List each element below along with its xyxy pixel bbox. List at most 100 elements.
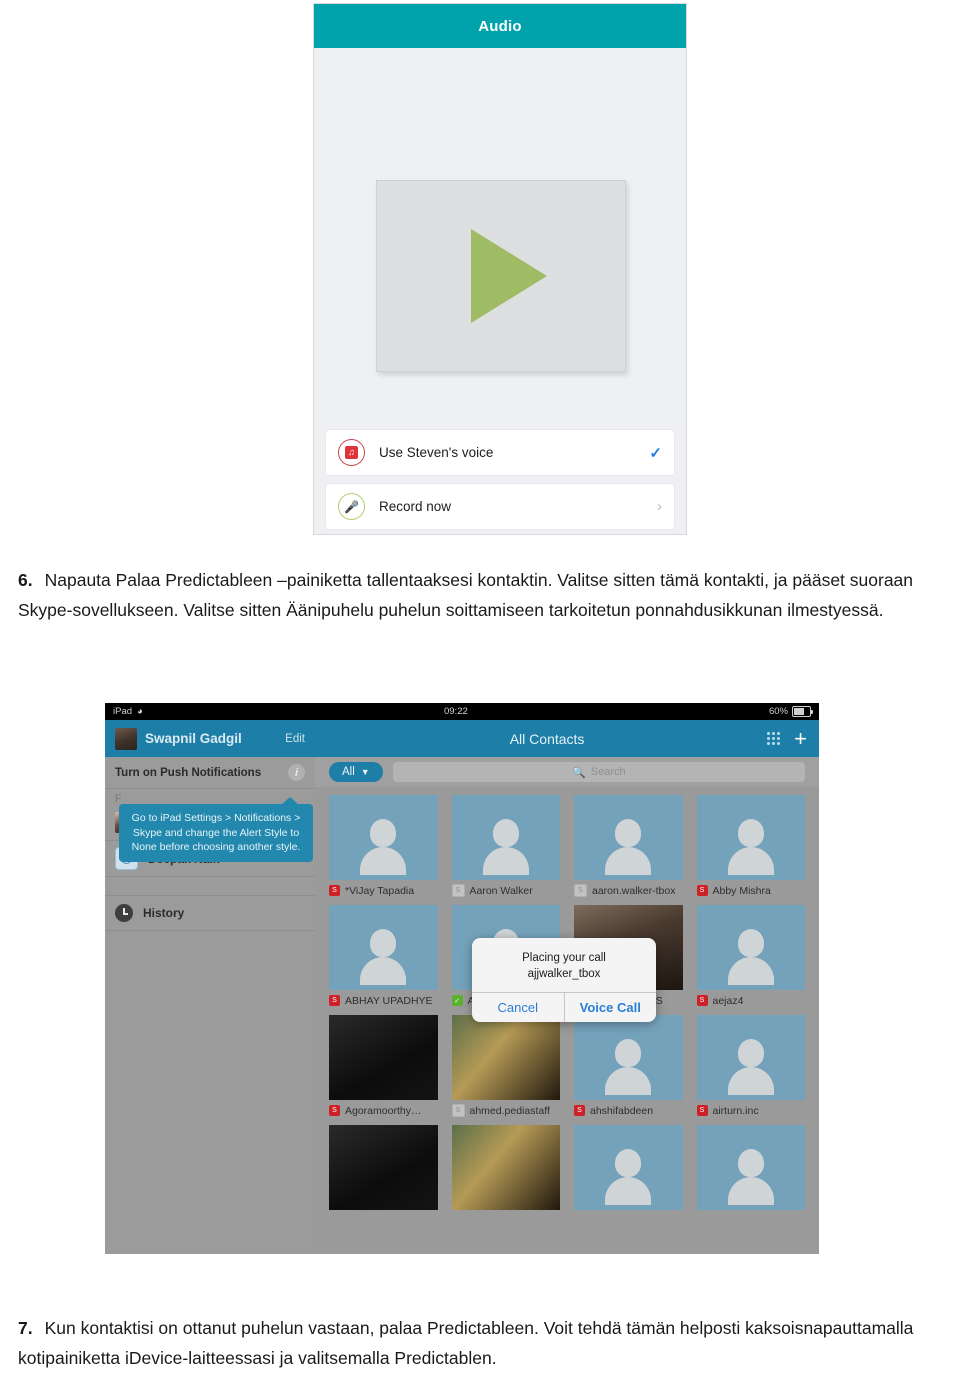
edit-button[interactable]: Edit — [285, 733, 305, 745]
step-6-text: Napauta Palaa Predictableen –painiketta … — [18, 570, 914, 620]
option-label: Record now — [379, 499, 452, 514]
status-badge: S — [696, 1105, 708, 1116]
search-input[interactable]: 🔍 Search — [392, 762, 805, 782]
filter-all-dropdown[interactable]: All ▼ — [329, 762, 383, 782]
skype-screenshot: iPad ◕ 09:22 60% Swapnil Gadgil Edit Tur… — [105, 703, 819, 1254]
skype-contacts-pane: All Contacts + All ▼ 🔍 Search S *ViJay T… — [315, 720, 819, 1254]
voice-call-button[interactable]: Voice Call — [563, 993, 657, 1022]
contact-cell[interactable]: S aaron.walker-tbox — [574, 795, 683, 901]
contact-avatar — [696, 905, 805, 990]
contact-name: airturn.inc — [712, 1104, 759, 1117]
clock-icon — [115, 904, 133, 922]
chevron-down-icon: ▼ — [360, 767, 370, 777]
contact-cell[interactable] — [451, 1125, 560, 1210]
device-label: iPad — [113, 706, 133, 717]
contact-cell[interactable] — [574, 1125, 683, 1210]
contact-name: ahmed.pediastaff — [469, 1104, 550, 1117]
contact-avatar — [329, 905, 438, 990]
contact-row-label: S Agoramoorthy… — [329, 1100, 438, 1121]
status-badge: ✓ — [451, 995, 463, 1006]
status-badge: S — [696, 995, 708, 1006]
status-right: 60% — [769, 706, 813, 717]
audio-options-list: ♫ Use Steven's voice ✓ 🎤 Record now › ▣ … — [326, 430, 674, 534]
contact-avatar — [574, 795, 683, 880]
contact-cell[interactable] — [329, 1125, 438, 1210]
audio-title: Audio — [478, 17, 522, 35]
status-badge: S — [696, 885, 708, 896]
contact-cell[interactable]: S ABHAY UPADHYE — [329, 905, 438, 1011]
placing-call-dialog: Placing your call ajjwalker_tbox Cancel … — [472, 938, 656, 1022]
page-title: All Contacts — [509, 730, 585, 747]
contact-row-label: S ahshifabdeen — [574, 1100, 683, 1121]
status-badge: S — [329, 1105, 340, 1116]
status-badge: S — [451, 884, 465, 897]
option-record-now[interactable]: 🎤 Record now › — [326, 484, 674, 529]
contact-avatar — [574, 1015, 683, 1100]
option-label: Use Steven's voice — [379, 445, 494, 460]
contact-row-label: S Aaron Walker — [451, 880, 561, 901]
option-use-stevens-voice[interactable]: ♫ Use Steven's voice ✓ — [326, 430, 674, 475]
account-name: Swapnil Gadgil — [145, 731, 242, 746]
contact-cell[interactable]: S airturn.inc — [696, 1015, 806, 1121]
contact-name: ABHAY UPADHYE — [345, 994, 433, 1007]
status-badge: S — [574, 884, 587, 897]
contact-avatar — [451, 1015, 560, 1100]
microphone-icon: 🎤 — [338, 493, 365, 520]
contact-row-label: S ahmed.pediastaff — [451, 1100, 561, 1121]
status-left: iPad ◕ — [113, 706, 143, 717]
plus-icon[interactable]: + — [794, 727, 807, 750]
step-6-paragraph: 6. Napauta Palaa Predictableen –painikett… — [18, 565, 946, 625]
contact-avatar — [329, 1015, 438, 1100]
sidebar-item-history[interactable]: History — [105, 895, 315, 931]
contact-cell[interactable]: S Abby Mishra — [696, 795, 805, 901]
search-icon: 🔍 — [572, 766, 586, 779]
audio-body: ♫ Use Steven's voice ✓ 🎤 Record now › ▣ … — [314, 48, 686, 534]
status-badge: S — [329, 885, 340, 896]
audio-preview-panel[interactable] — [376, 180, 626, 372]
contact-name: aaron.walker-tbox — [592, 884, 676, 897]
contact-row-label: S airturn.inc — [696, 1100, 806, 1121]
contact-avatar — [574, 1125, 683, 1210]
contact-cell[interactable]: S ahmed.pediastaff — [451, 1015, 561, 1121]
dialog-title: Placing your call — [522, 952, 606, 964]
search-placeholder: Search — [590, 766, 626, 778]
contact-cell[interactable]: S aejaz4 — [696, 905, 806, 1011]
contact-cell[interactable]: S ahshifabdeen — [574, 1015, 683, 1121]
contact-name: Abby Mishra — [712, 884, 771, 897]
contact-name: *ViJay Tapadia — [345, 884, 415, 897]
contact-avatar — [696, 795, 805, 880]
status-badge: S — [574, 1105, 585, 1116]
step-7-paragraph: 7. Kun kontaktisi on ottanut puhelun vast… — [18, 1313, 946, 1373]
contacts-filter-bar: All ▼ 🔍 Search — [315, 757, 819, 787]
contact-cell[interactable]: S *ViJay Tapadia — [329, 795, 438, 901]
contact-cell[interactable] — [696, 1125, 805, 1210]
play-icon[interactable] — [471, 229, 547, 323]
contact-name: aejaz4 — [712, 994, 744, 1007]
sidebar-account-bar[interactable]: Swapnil Gadgil Edit — [105, 720, 315, 757]
contact-avatar — [451, 795, 560, 880]
contact-name: Aaron Walker — [469, 884, 533, 897]
contact-cell[interactable]: S Aaron Walker — [451, 795, 561, 901]
contact-avatar — [451, 1125, 560, 1210]
cancel-button[interactable]: Cancel — [472, 993, 564, 1022]
contact-avatar — [329, 795, 438, 880]
contacts-toolbar: All Contacts + — [315, 720, 819, 757]
contact-row-label: S aaron.walker-tbox — [574, 880, 683, 901]
status-clock: 09:22 — [443, 706, 468, 717]
skype-main: Swapnil Gadgil Edit Turn on Push Notific… — [105, 720, 819, 1254]
audio-header-bar: Audio — [314, 4, 686, 48]
push-notifications-row[interactable]: Turn on Push Notifications i — [105, 757, 315, 789]
contact-row-label: S ABHAY UPADHYE — [329, 990, 438, 1011]
avatar — [115, 727, 137, 750]
filter-label: All — [342, 766, 355, 778]
grid-dots-icon[interactable] — [767, 732, 781, 745]
info-icon[interactable]: i — [288, 764, 305, 781]
ipad-status-bar: iPad ◕ 09:22 60% — [105, 703, 819, 720]
contact-avatar — [696, 1015, 805, 1100]
contact-cell[interactable]: S Agoramoorthy… — [329, 1015, 438, 1121]
contact-row-label: S *ViJay Tapadia — [329, 880, 438, 901]
audio-screenshot: Audio ♫ Use Steven's voice ✓ 🎤 Record no… — [314, 4, 686, 534]
contact-avatar — [329, 1125, 438, 1210]
contact-avatar — [696, 1125, 805, 1210]
contact-row-label: S aejaz4 — [696, 990, 806, 1011]
